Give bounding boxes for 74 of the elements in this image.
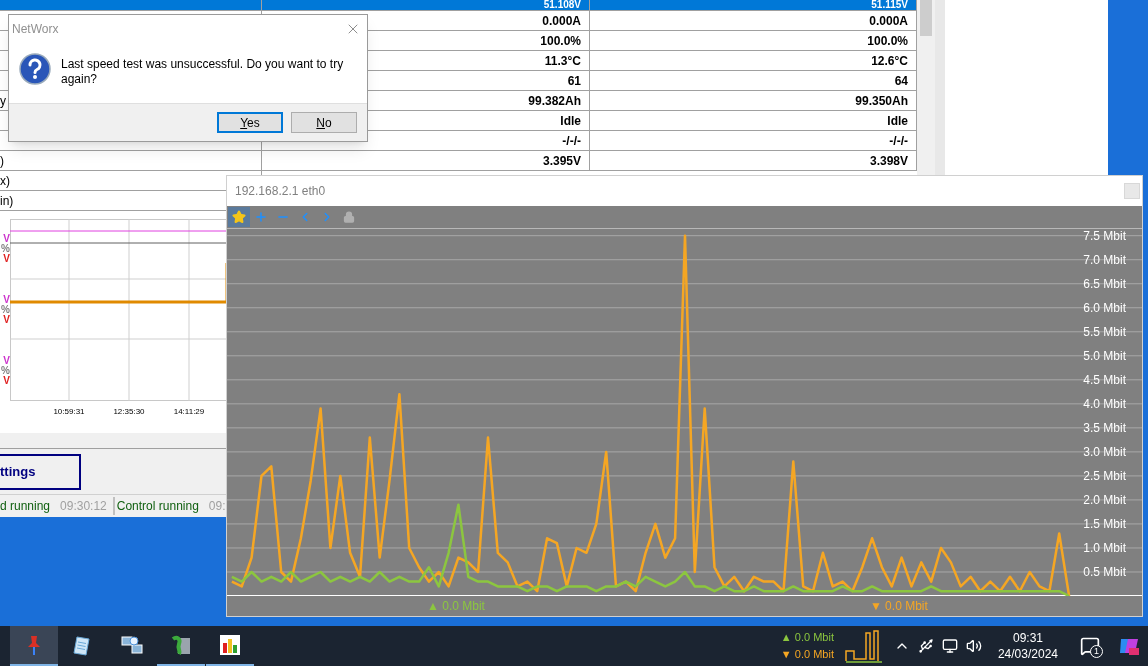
axis-unit-label: % [1, 305, 10, 315]
status-time: 09:30:12 [60, 497, 107, 515]
time-axis-label: 10:59:31 [52, 406, 86, 418]
table-cell-text: -/-/- [562, 132, 581, 150]
upload-rate: ▲ 0.0 Mbit [427, 598, 485, 615]
network-monitor-icon [120, 633, 144, 657]
axis-unit-label: V [3, 355, 10, 366]
row-label: y [0, 92, 6, 110]
table-cell: 51.115V [871, 0, 908, 10]
axis-unit-label: V [3, 375, 10, 386]
sparkline-drawing [843, 629, 884, 663]
y-axis-label: 2.0 Mbit [1083, 492, 1126, 507]
download-rate: ▼ 0.0 Mbit [869, 598, 928, 615]
table-cell: 51.108V [543, 0, 581, 10]
table-cell-text: 100.0% [867, 32, 908, 50]
y-axis-label: 4.0 Mbit [1083, 396, 1126, 411]
table-cell-text: 12.6°C [871, 52, 908, 70]
axis-unit-label: V [3, 295, 10, 305]
download-rate: ▼ 0.0 Mbit [780, 647, 834, 662]
y-axis-label: 5.0 Mbit [1083, 348, 1126, 363]
axis-unit-label: V [3, 234, 10, 245]
table-cell-text: 3.395V [542, 152, 581, 170]
table-cell-text: Idle [560, 112, 581, 130]
y-axis-label: 1.0 Mbit [1083, 540, 1126, 555]
table-cell-text: 61 [567, 72, 581, 90]
table-cell-text: Idle [887, 112, 908, 130]
table-cell-text: -/-/- [889, 132, 908, 150]
upload-rate: ▲ 0.0 Mbit [780, 630, 834, 645]
dialog-button[interactable]: Yes [217, 112, 283, 133]
y-axis-label: 7.5 Mbit [1083, 228, 1126, 243]
time-axis-label: 14:11:29 [172, 406, 206, 418]
dialog-button[interactable]: No [291, 112, 357, 133]
time-axis-label: 12:35:30 [112, 406, 146, 418]
y-axis-label: 6.5 Mbit [1083, 276, 1126, 291]
table-cell-text: 0.000A [542, 12, 581, 30]
y-axis-label: 7.0 Mbit [1083, 252, 1126, 267]
table-cell-text: 64 [894, 72, 908, 90]
y-axis-label: 2.5 Mbit [1083, 468, 1126, 483]
table-cell-text: 99.350Ah [855, 92, 908, 110]
clock-time: 09:31 [1012, 630, 1043, 646]
status-text: d running [0, 497, 51, 515]
row-label: in) [0, 192, 14, 210]
y-axis-label: 3.0 Mbit [1083, 444, 1126, 459]
y-axis-label: 6.0 Mbit [1083, 300, 1126, 315]
notification-icon[interactable] [1080, 636, 1100, 656]
table-cell-text: 99.382Ah [528, 92, 581, 110]
bar-chart-icon [218, 633, 242, 657]
dialog-message: Last speed test was unsuccessful. Do you want to try again? [61, 56, 345, 87]
dialog-title: NetWorx [12, 21, 59, 38]
clock-date: 24/03/2024 [997, 646, 1058, 662]
table-cell-text: 3.398V [869, 152, 908, 170]
table-cell-text: 100.0% [540, 32, 581, 50]
y-axis-label: 0.5 Mbit [1083, 565, 1126, 579]
axis-unit-label: % [1, 244, 10, 255]
status-time: 09: [208, 497, 226, 515]
settings-button[interactable]: ttings [0, 453, 81, 490]
window-title: 192.168.2.1 eth0 [235, 183, 326, 200]
notification-count: 1 [1090, 645, 1103, 658]
volume-icon[interactable] [965, 638, 982, 654]
y-axis-label: 3.5 Mbit [1083, 420, 1126, 435]
y-axis-label: 4.5 Mbit [1083, 372, 1126, 387]
axis-unit-label: V [3, 315, 10, 325]
y-axis-label: 1.5 Mbit [1083, 516, 1126, 531]
question-icon [19, 53, 51, 85]
table-cell-text: 11.3°C [544, 52, 581, 70]
row-label: ) [0, 152, 4, 170]
table-cell-text: 0.000A [869, 12, 908, 30]
row-label: x) [0, 172, 10, 190]
usb-icon[interactable] [917, 638, 934, 654]
clock[interactable]: 09:31 24/03/2024 [997, 630, 1058, 662]
axis-unit-label: % [1, 365, 10, 376]
axis-unit-label: V [3, 254, 10, 265]
status-text: Control running [116, 497, 199, 515]
y-axis-label: 5.5 Mbit [1083, 324, 1126, 339]
